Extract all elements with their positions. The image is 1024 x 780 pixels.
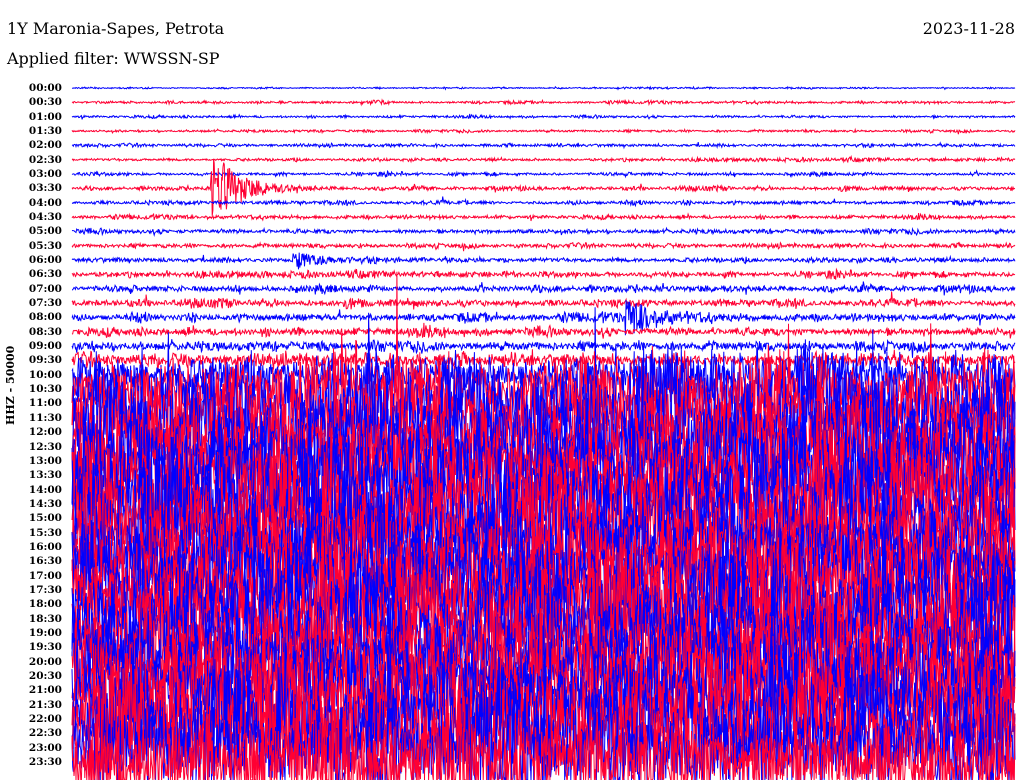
trace-0030 xyxy=(71,98,1016,107)
trace-0430 xyxy=(71,212,1016,222)
trace-0100 xyxy=(71,113,1016,120)
trace-0330 xyxy=(71,158,1016,216)
helicorder-plot xyxy=(71,85,1016,780)
trace-0530 xyxy=(71,241,1016,252)
trace-0630 xyxy=(71,267,1016,280)
trace-0130 xyxy=(71,127,1016,135)
trace-0000 xyxy=(71,85,1016,91)
trace-0500 xyxy=(71,226,1016,237)
trace-0700 xyxy=(71,281,1016,296)
trace-0200 xyxy=(71,141,1016,150)
trace-0600 xyxy=(71,252,1016,270)
trace-0730 xyxy=(71,291,1016,310)
trace-0830 xyxy=(71,322,1016,339)
